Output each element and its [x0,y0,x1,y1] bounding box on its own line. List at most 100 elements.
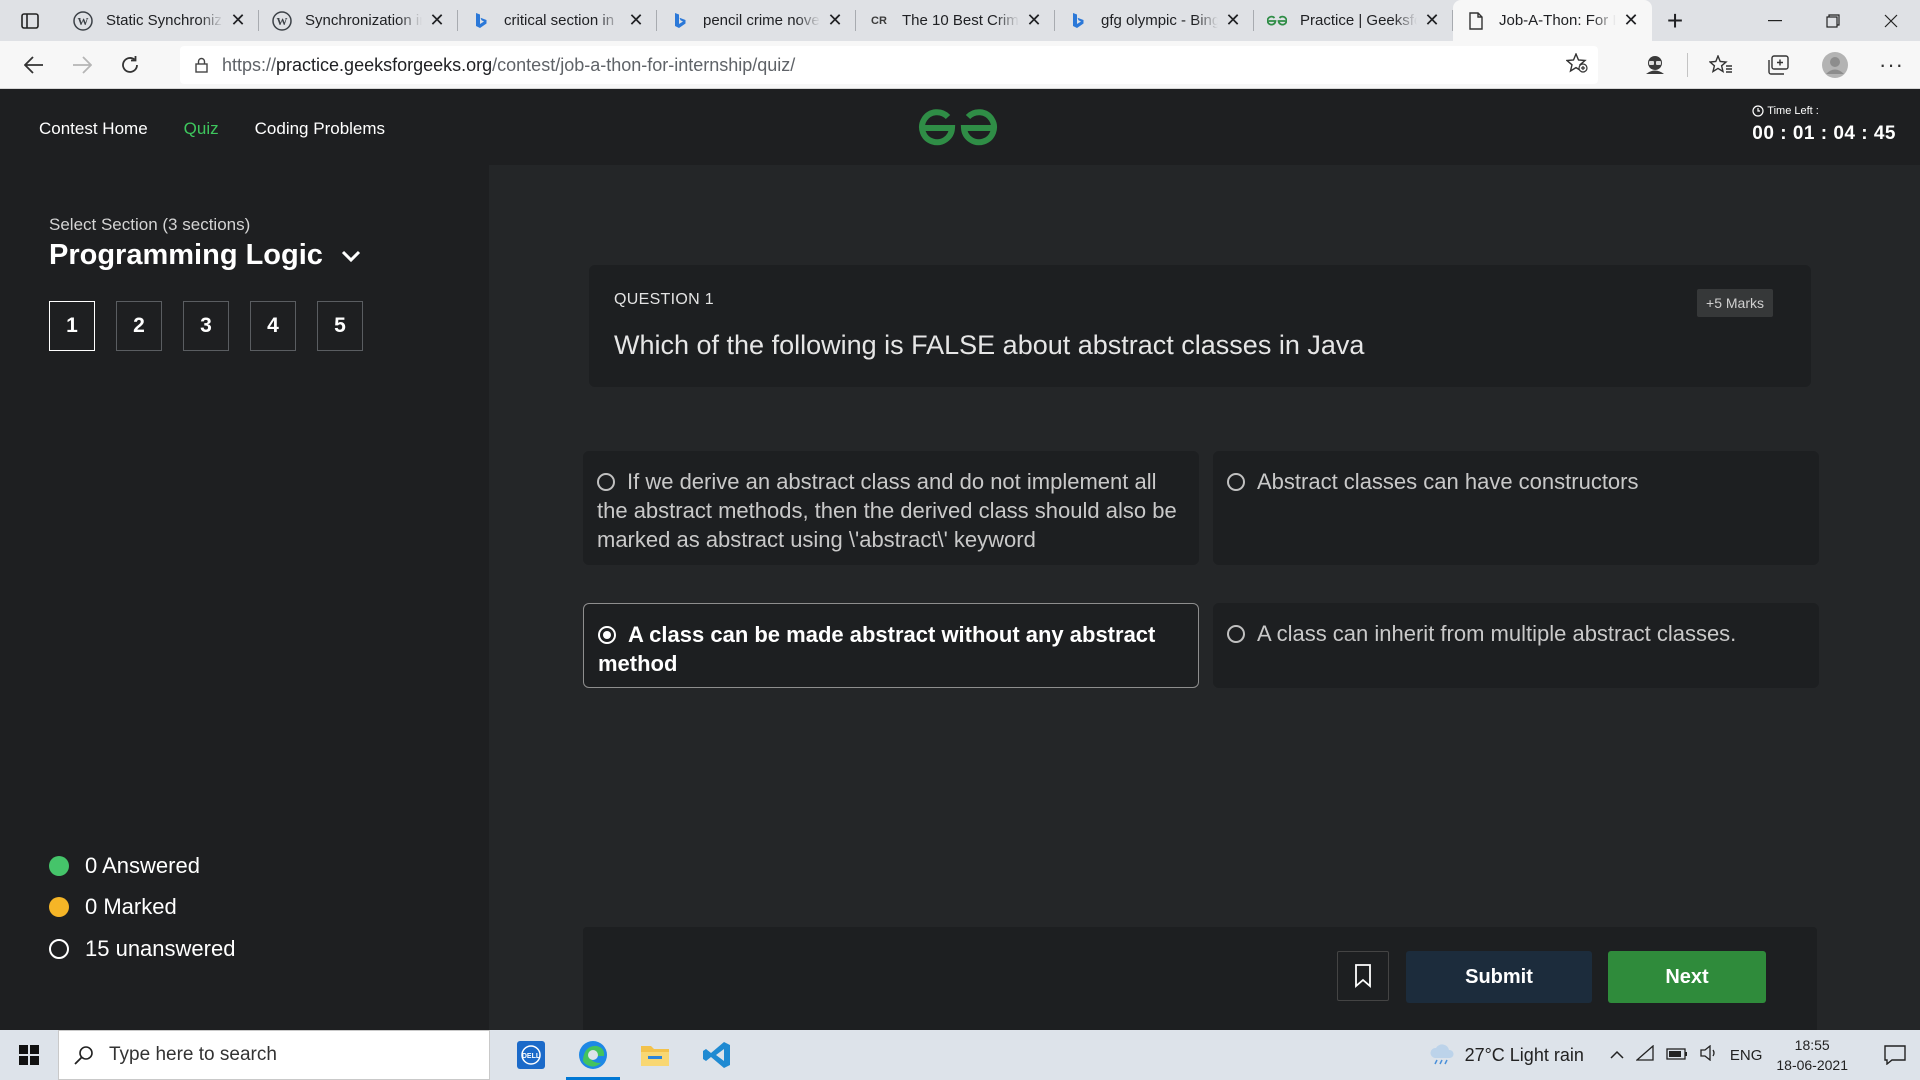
option-d[interactable]: A class can inherit from multiple abstra… [1213,603,1819,688]
radio-selected-icon[interactable] [598,626,616,644]
volume-icon[interactable] [1700,1044,1718,1065]
section-label: Select Section (3 sections) [49,215,251,234]
nav-contest-home[interactable]: Contest Home [39,119,148,139]
site-header: Contest Home Quiz Coding Problems Time L… [0,89,1920,165]
radio-icon[interactable] [1227,473,1245,491]
address-bar[interactable]: https://practice.geeksforgeeks.org/conte… [180,46,1598,84]
weather-widget[interactable]: 27°C Light rain [1429,1044,1584,1066]
svg-text:W: W [78,16,89,28]
minimize-button[interactable] [1746,0,1804,41]
submit-button[interactable]: Submit [1406,951,1592,1003]
radio-icon[interactable] [597,473,615,491]
url-scheme: https:// [222,54,277,75]
taskbar-vscode-app[interactable] [686,1030,748,1080]
forward-button[interactable] [58,45,106,85]
browser-tab[interactable]: gfg olympic - Bing ✕ [1055,0,1254,41]
taskbar-dell-app[interactable]: DELL [500,1030,562,1080]
edge-icon [579,1041,607,1069]
browser-tab[interactable]: critical section in ✕ [458,0,657,41]
close-tab-icon[interactable]: ✕ [627,10,645,31]
browser-tab-strip: W Static Synchronization ✕ W Synchroniza… [0,0,1920,41]
marks-badge: +5 Marks [1697,289,1773,317]
taskbar-edge-app[interactable] [562,1030,624,1080]
gfg-logo[interactable] [918,105,998,154]
option-c-selected[interactable]: A class can be made abstract without any… [583,603,1199,688]
site-nav: Contest Home Quiz Coding Problems [39,119,385,139]
nav-quiz[interactable]: Quiz [184,119,219,139]
extension-button[interactable] [1626,45,1683,85]
language-indicator[interactable]: ENG [1730,1047,1763,1064]
network-icon[interactable] [1635,1044,1654,1065]
timer-value: 00 : 01 : 04 : 45 [1752,123,1896,144]
wordpress-icon: W [72,10,94,32]
close-tab-icon[interactable]: ✕ [1224,10,1242,31]
section-name: Programming Logic [49,239,323,271]
browser-tab[interactable]: W Static Synchronization ✕ [60,0,259,41]
lock-icon[interactable] [180,57,222,73]
question-card: QUESTION 1 +5 Marks Which of the followi… [589,265,1811,387]
restore-button[interactable] [1804,0,1862,41]
back-button[interactable] [10,45,58,85]
settings-more-button[interactable]: ··· [1863,45,1920,85]
url-text[interactable]: https://practice.geeksforgeeks.org/conte… [222,55,795,76]
favorites-button[interactable] [1692,45,1749,85]
browser-tab[interactable]: CR The 10 Best Crime ✕ [856,0,1055,41]
collections-button[interactable] [1749,45,1806,85]
refresh-icon [122,55,138,73]
question-number-button[interactable]: 1 [49,301,95,351]
close-tab-icon[interactable]: ✕ [1025,10,1043,31]
nav-coding-problems[interactable]: Coding Problems [255,119,385,139]
question-number-button[interactable]: 2 [116,301,162,351]
close-tab-icon[interactable]: ✕ [1423,10,1441,31]
bing-icon [1067,10,1089,32]
taskbar-file-explorer-app[interactable] [624,1030,686,1080]
question-number-button[interactable]: 4 [250,301,296,351]
browser-tab[interactable]: W Synchronization in ✕ [259,0,458,41]
toolbar-separator [1687,53,1688,77]
option-b[interactable]: Abstract classes can have constructors [1213,451,1819,565]
add-favorite-button[interactable] [1565,51,1588,78]
notifications-button[interactable] [1870,1045,1920,1065]
close-tab-icon[interactable]: ✕ [1622,10,1640,31]
next-button[interactable]: Next [1608,951,1766,1003]
clock[interactable]: 18:55 18-06-2021 [1776,1035,1848,1075]
system-tray: 27°C Light rain ENG 18:55 18-06-2021 [1429,1030,1920,1080]
battery-icon[interactable] [1666,1047,1688,1064]
back-arrow-icon [24,55,43,74]
action-bar: Submit Next [583,927,1817,1030]
close-window-button[interactable] [1862,0,1920,41]
wordpress-icon: W [271,10,293,32]
radio-icon[interactable] [1227,625,1245,643]
browser-tab[interactable]: pencil crime novel ✕ [657,0,856,41]
tab-actions-button[interactable] [0,0,60,41]
cr-icon: CR [871,14,887,27]
profile-button[interactable] [1806,45,1863,85]
browser-tab[interactable]: Practice | GeeksforGeeks ✕ [1254,0,1453,41]
browser-tab-active[interactable]: Job-A-Thon: For Internship ✕ [1453,0,1652,41]
search-icon [59,1045,109,1065]
search-placeholder: Type here to search [109,1044,277,1065]
legend-answered: 0 Answered [49,845,235,887]
question-number-button[interactable]: 3 [183,301,229,351]
section-dropdown[interactable]: Programming Logic [49,239,361,272]
option-a[interactable]: If we derive an abstract class and do no… [583,451,1199,565]
url-path: /contest/job-a-thon-for-internship/quiz/ [492,54,796,75]
close-tab-icon[interactable]: ✕ [826,10,844,31]
new-tab-button[interactable]: + [1652,0,1698,41]
close-tab-icon[interactable]: ✕ [229,10,247,31]
svg-text:W: W [277,16,288,28]
close-tab-icon[interactable]: ✕ [428,10,446,31]
start-button[interactable] [0,1030,58,1080]
option-text: A class can inherit from multiple abstra… [1257,621,1737,646]
taskbar-search[interactable]: Type here to search [58,1030,490,1080]
chevron-up-icon[interactable] [1610,1047,1624,1064]
mark-for-review-button[interactable] [1337,951,1389,1001]
tab-title: gfg olympic - Bing [1101,12,1218,29]
gfg-icon [1266,10,1288,32]
clock-date: 18-06-2021 [1776,1057,1848,1073]
clock-time: 18:55 [1794,1037,1830,1053]
vscode-icon [703,1042,730,1068]
question-number-button[interactable]: 5 [317,301,363,351]
refresh-button[interactable] [106,45,154,85]
legend-unanswered: 15 unanswered [49,928,235,970]
